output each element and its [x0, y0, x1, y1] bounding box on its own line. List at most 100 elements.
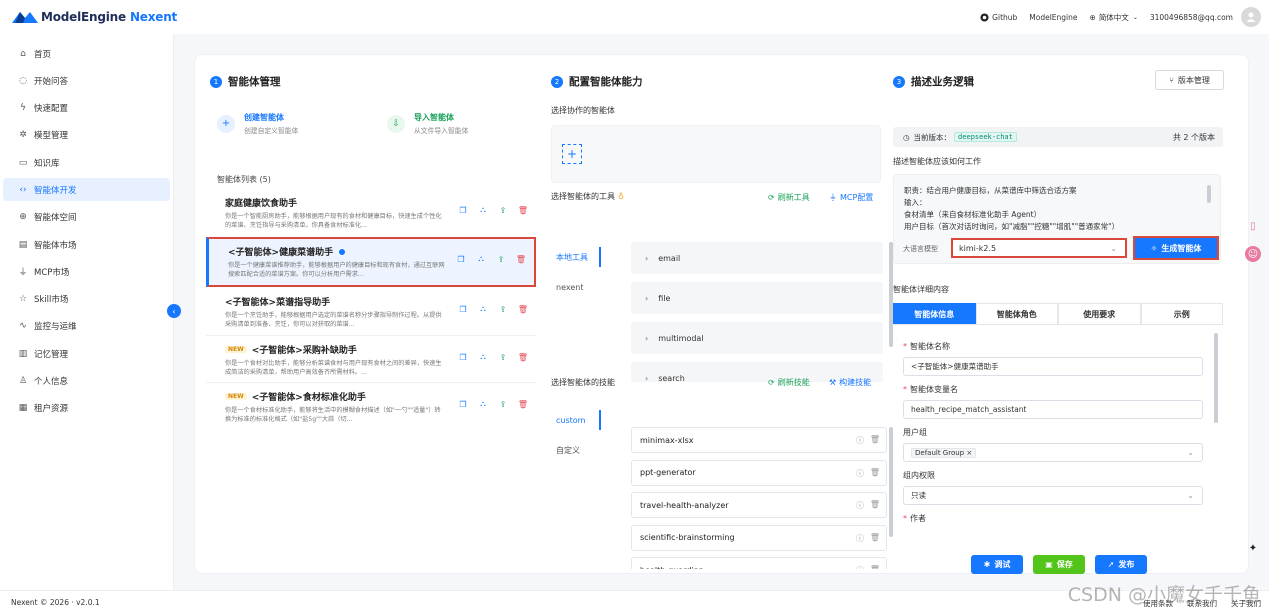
- user-email[interactable]: 3100496858@qq.com: [1150, 13, 1233, 22]
- model-select[interactable]: kimi-k2.5 ⌄: [951, 238, 1127, 258]
- skill-item[interactable]: minimax-xlsx ⓘ 🗑: [631, 427, 887, 453]
- skill-item[interactable]: ppt-generator ⓘ 🗑: [631, 459, 887, 486]
- logo[interactable]: ModelEngine Nexent: [11, 9, 177, 25]
- agent-list-item[interactable]: NEW <子智能体>采购补缺助手 你是一个食材对比助手，能够分析菜谱食材与用户现有食…: [206, 337, 536, 383]
- github-link[interactable]: Github: [980, 13, 1017, 22]
- info-icon[interactable]: ⓘ: [856, 565, 864, 569]
- sidebar-item-2[interactable]: ϟ 快速配置: [3, 97, 170, 120]
- sidebar-item-3[interactable]: ✲ 模型管理: [3, 124, 170, 147]
- sidebar-item-1[interactable]: ◌ 开始问答: [3, 69, 170, 92]
- tab-tool-tabs-0[interactable]: 本地工具: [551, 247, 601, 267]
- sidebar-item-5[interactable]: ‹› 智能体开发: [3, 178, 170, 202]
- skills-label: 选择智能体的技能: [551, 378, 615, 387]
- skill-item[interactable]: scientific-brainstorming ⓘ 🗑: [631, 524, 887, 551]
- feedback-icon[interactable]: ▯: [1245, 218, 1261, 234]
- agent-name-input[interactable]: <子智能体>健康菜谱助手: [903, 357, 1203, 376]
- sidebar-collapse-button[interactable]: ‹: [167, 304, 181, 318]
- add-collab-agent-button[interactable]: +: [562, 144, 582, 164]
- save-button[interactable]: ▣ 保存: [1033, 555, 1085, 574]
- delete-icon[interactable]: 🗑: [870, 500, 880, 511]
- delete-icon[interactable]: 🗑: [518, 399, 528, 409]
- avatar[interactable]: [1241, 7, 1261, 27]
- copy-icon[interactable]: ❐: [458, 205, 468, 215]
- tab-detail-2[interactable]: 使用要求: [1058, 303, 1141, 324]
- import-agent-sub: 从文件导入智能体: [414, 127, 469, 135]
- modelengine-link[interactable]: ModelEngine: [1029, 13, 1077, 22]
- share-icon[interactable]: ⛬: [478, 352, 488, 362]
- copy-icon[interactable]: ❐: [456, 254, 466, 264]
- agent-list-item[interactable]: 家庭健康饮食助手 你是一个智能厨房助手，能够根据用户现有的食材和健康目标，快速生成…: [206, 190, 536, 236]
- refresh-tools-label: 刷新工具: [777, 193, 810, 202]
- refresh-tools-button[interactable]: ⟳ 刷新工具: [768, 192, 810, 203]
- permission-select[interactable]: 只读 ⌄: [903, 486, 1203, 505]
- mcp-config-button[interactable]: ⏚ MCP配置: [829, 192, 873, 203]
- tab-detail-3[interactable]: 示例: [1140, 303, 1223, 324]
- share-icon[interactable]: ⛬: [478, 205, 488, 215]
- assistant-icon[interactable]: ☺: [1245, 246, 1261, 262]
- copy-icon[interactable]: ❐: [458, 352, 468, 362]
- import-agent-button[interactable]: ⇩ 导入智能体 从文件导入智能体: [387, 112, 468, 135]
- agent-list-item[interactable]: <子智能体>菜谱指导助手 你是一个烹饪助手，能够根据用户选定的菜谱名称分步骤指导制…: [206, 289, 536, 335]
- copy-icon[interactable]: ❐: [458, 399, 468, 409]
- tool-group-item[interactable]: › email: [631, 242, 883, 274]
- publish-button[interactable]: ➚ 发布: [1095, 555, 1147, 574]
- description-scrollbar[interactable]: [1207, 185, 1211, 203]
- sidebar-item-11[interactable]: ▥ 记忆管理: [3, 342, 170, 365]
- delete-icon[interactable]: 🗑: [518, 304, 528, 314]
- export-icon[interactable]: ⇪: [498, 399, 508, 409]
- export-icon[interactable]: ⇪: [498, 205, 508, 215]
- skill-item[interactable]: travel-health-analyzer ⓘ 🗑: [631, 492, 887, 518]
- export-icon[interactable]: ⇪: [496, 254, 506, 264]
- delete-icon[interactable]: 🗑: [516, 254, 526, 264]
- share-icon[interactable]: ⛬: [478, 399, 488, 409]
- tool-group-item[interactable]: › multimodal: [631, 322, 883, 354]
- info-icon[interactable]: ⓘ: [856, 533, 864, 544]
- tab-skill-tabs-0[interactable]: custom: [551, 410, 601, 430]
- tab-tool-tabs-1[interactable]: nexent: [551, 277, 601, 297]
- tool-group-item[interactable]: › file: [631, 282, 883, 314]
- delete-icon[interactable]: 🗑: [518, 352, 528, 362]
- delete-icon[interactable]: 🗑: [518, 205, 528, 215]
- sidebar-item-0[interactable]: ⌂ 首页: [3, 42, 170, 65]
- export-icon[interactable]: ⇪: [498, 352, 508, 362]
- tab-detail-1[interactable]: 智能体角色: [975, 303, 1058, 324]
- info-icon[interactable]: ⓘ: [856, 500, 864, 511]
- sidebar-item-8[interactable]: ⏚ MCP市场: [3, 260, 170, 283]
- agent-list-item[interactable]: <子智能体>健康菜谱助手 你是一个健康菜谱推荐助手，能够根据用户的健康目标和现有食…: [206, 237, 536, 287]
- sidebar-item-9[interactable]: ☆ Skill市场: [3, 288, 170, 311]
- delete-icon[interactable]: 🗑: [870, 435, 880, 446]
- info-icon[interactable]: ⓘ: [856, 435, 864, 446]
- refresh-skills-button[interactable]: ⟳ 刷新技能: [768, 377, 810, 388]
- form-scrollbar[interactable]: [1214, 333, 1218, 423]
- sidebar-item-13[interactable]: ▦ 租户资源: [3, 397, 170, 420]
- description-textarea[interactable]: 职责：结合用户健康目标，从菜谱库中筛选合适方案 输入： 食材清单（来自食材标准化助手…: [904, 185, 1204, 235]
- sidebar-item-6[interactable]: ⊕ 智能体空间: [3, 206, 170, 229]
- tab-detail-0[interactable]: 智能体信息: [893, 303, 976, 324]
- ai-sparkle-icon[interactable]: ✦: [1245, 540, 1261, 556]
- share-icon[interactable]: ⛬: [476, 254, 486, 264]
- delete-icon[interactable]: 🗑: [870, 565, 880, 569]
- generate-agent-button[interactable]: ✧ 生成智能体: [1133, 236, 1219, 260]
- sidebar-item-10[interactable]: ∿ 监控与运维: [3, 315, 170, 338]
- close-icon[interactable]: ×: [966, 449, 972, 457]
- create-agent-button[interactable]: + 创建智能体 创建自定义智能体: [217, 112, 298, 135]
- tab-skill-tabs-1[interactable]: 自定义: [551, 440, 601, 460]
- copy-icon[interactable]: ❐: [458, 304, 468, 314]
- export-icon[interactable]: ⇪: [498, 304, 508, 314]
- sidebar-item-7[interactable]: ▤ 智能体市场: [3, 233, 170, 256]
- delete-icon[interactable]: 🗑: [870, 533, 880, 544]
- debug-button[interactable]: ✱ 调试: [971, 555, 1023, 574]
- agent-var-input[interactable]: health_recipe_match_assistant: [903, 400, 1203, 419]
- language-switch[interactable]: ⊕ 简体中文 ⌄: [1090, 12, 1138, 23]
- info-icon[interactable]: ⓘ: [856, 468, 864, 479]
- version-management-button[interactable]: ⑂ 版本管理: [1155, 70, 1224, 90]
- agent-list-item[interactable]: NEW <子智能体>食材标准化助手 你是一个食材标准化助手，能够将生活中的模糊食材描…: [206, 384, 536, 430]
- delete-icon[interactable]: 🗑: [870, 468, 880, 479]
- skill-item[interactable]: health-guardianⓘ🗑: [631, 557, 887, 569]
- share-icon[interactable]: ⛬: [478, 304, 488, 314]
- sidebar-item-12[interactable]: ♙ 个人信息: [3, 370, 170, 393]
- sidebar-item-4[interactable]: ▭ 知识库: [3, 151, 170, 174]
- build-skills-button[interactable]: ⚒ 构建技能: [829, 377, 871, 388]
- group-chip[interactable]: Default Group ×: [911, 447, 977, 458]
- user-group-select[interactable]: Default Group × ⌄: [903, 443, 1203, 462]
